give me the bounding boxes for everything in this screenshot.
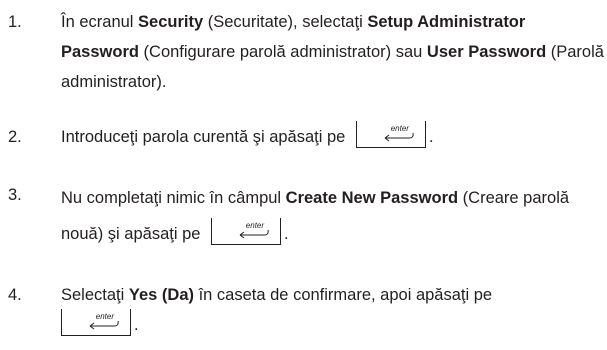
ui-term-user-password: User Password: [426, 43, 547, 61]
step-number: 4.: [8, 286, 22, 304]
step-number: 3.: [8, 186, 22, 204]
return-arrow-icon: [239, 230, 269, 239]
ui-term-yes: Yes (Da): [128, 286, 194, 304]
enter-key-icon: enter: [211, 218, 282, 246]
step-text-part: Introduceţi parola curentă şi apăsaţi pe: [61, 128, 346, 146]
step-number: 2.: [8, 128, 22, 146]
step-text-part: (Securitate), selectaţi: [203, 13, 368, 31]
ui-term-create-new-password: Create New Password: [285, 189, 459, 207]
step-end-period: .: [134, 316, 139, 334]
step-text: Nu completaţi nimic în câmpul Create New…: [61, 180, 607, 252]
return-arrow-icon: [384, 133, 414, 142]
step-end-period: .: [284, 225, 289, 243]
step-text: Introduceţi parola curentă şi apăsaţi pe…: [61, 121, 607, 152]
step-text-part: Nu completaţi nimic în câmpul: [61, 189, 286, 207]
ui-term-security: Security: [138, 13, 204, 31]
step-text: Selectaţi Yes (Da) în caseta de confirma…: [61, 280, 607, 340]
step-text: În ecranul Security (Securitate), select…: [61, 7, 607, 97]
return-arrow-icon: [89, 321, 119, 330]
step-text-part: În ecranul: [61, 13, 139, 31]
step-text-part: în caseta de confirmare, apoi apăsaţi pe: [194, 286, 493, 304]
step-text-part: (Configurare parolă administrator) sau: [138, 43, 427, 61]
step-text-part: Selectaţi: [61, 286, 129, 304]
enter-key-icon: enter: [355, 121, 426, 149]
step-number: 1.: [8, 13, 22, 31]
step-end-period: .: [428, 128, 434, 146]
enter-key-icon: enter: [61, 309, 131, 337]
